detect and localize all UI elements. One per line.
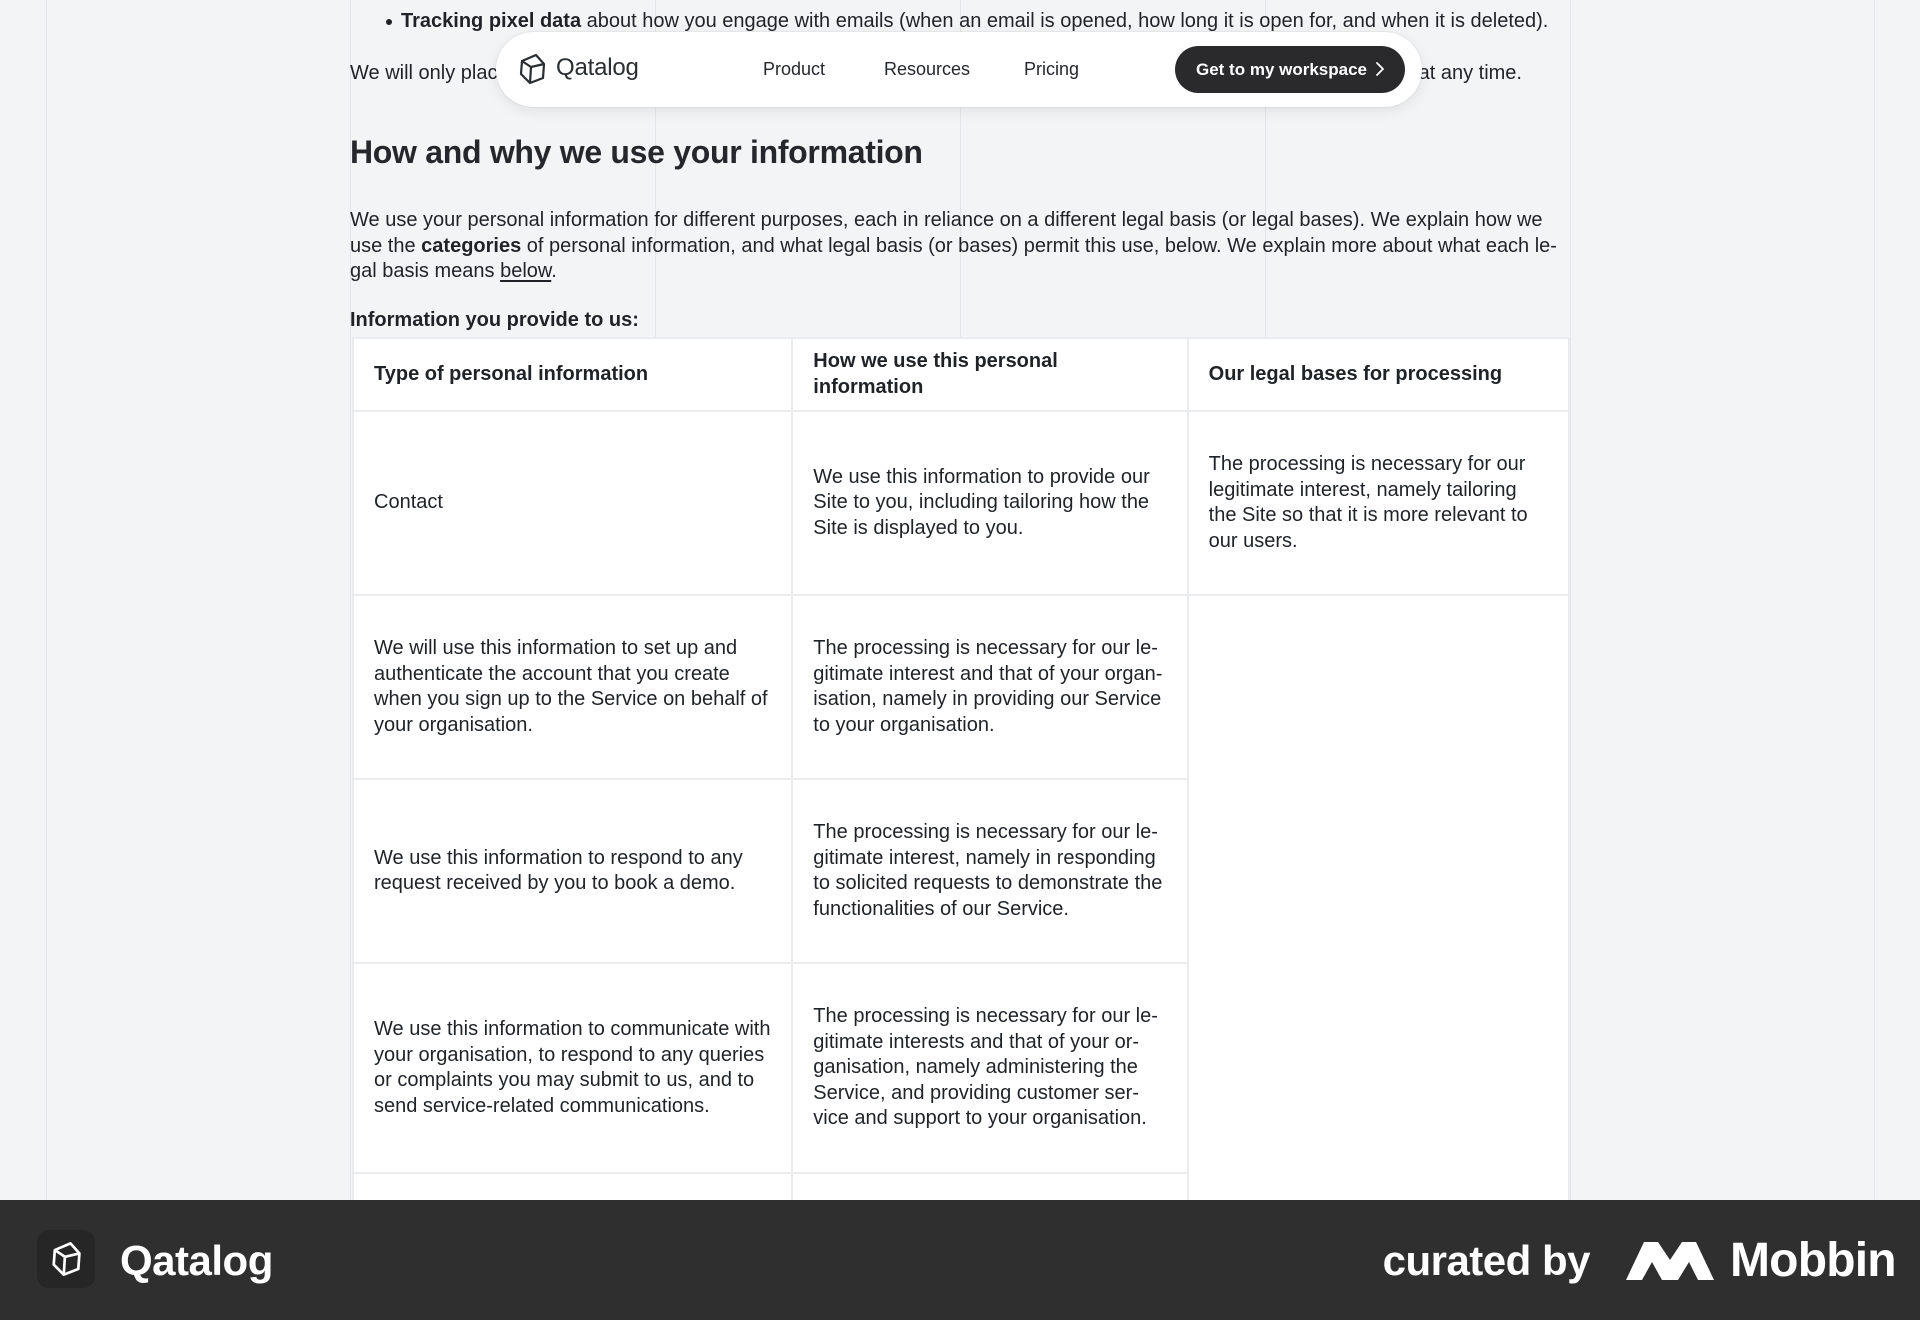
cta-label: Get to my workspace <box>1196 59 1368 79</box>
section-heading: How and why we use your information <box>350 134 923 170</box>
table-cell: We will use this information to set up a… <box>351 594 794 780</box>
table-cell-empty <box>1186 594 1571 1233</box>
qatalog-logo-icon[interactable] <box>516 52 548 86</box>
curated-by-label: curated by <box>1382 1237 1591 1284</box>
mobbin-logo-icon <box>1626 1242 1714 1280</box>
subheading: Information you provide to us: <box>350 309 639 331</box>
nav-link-product[interactable]: Product <box>763 59 825 80</box>
grid-line <box>350 0 351 1200</box>
top-nav: Qatalog Product Resources Pricing Get to… <box>496 32 1422 107</box>
table-cell: We use this information to communicate w… <box>351 962 794 1174</box>
table-cell: The processing is necessary for our le-g… <box>791 594 1189 780</box>
mobbin-wordmark: Mobbin <box>1730 1234 1897 1287</box>
table-header: Type of personal information <box>351 337 794 412</box>
table-header-row: Type of personal information How we use … <box>351 337 1571 412</box>
table-header: Our legal bases for processing <box>1186 337 1571 412</box>
table-row: We will use this information to set up a… <box>351 594 1571 1233</box>
footer-app-name: Qatalog <box>120 1237 273 1284</box>
mobbin-footer: Qatalog curated by Mobbin <box>0 1200 1920 1320</box>
grid-line <box>1874 0 1875 1200</box>
bullet-tracking-pixel: Tracking pixel data about how you engage… <box>385 9 1549 35</box>
intro-bold: categories <box>421 234 522 257</box>
grid-line <box>1570 0 1571 1200</box>
table-header: How we use this personal information <box>791 337 1189 412</box>
intro-text-c: . <box>551 260 557 282</box>
only-place-start: We will only plac <box>350 62 498 84</box>
qatalog-logo-icon <box>52 1242 81 1276</box>
get-to-workspace-button[interactable]: Get to my workspace <box>1175 46 1405 93</box>
nav-link-resources[interactable]: Resources <box>884 59 970 80</box>
table-cell: Contact <box>351 410 794 596</box>
nav-link-pricing[interactable]: Pricing <box>1024 59 1079 80</box>
bullet-text: about how you engage with emails (when a… <box>581 10 1549 32</box>
intro-paragraph: We use your personal information for dif… <box>350 208 1560 285</box>
chevron-right-icon <box>1376 62 1384 76</box>
personal-info-table: Type of personal information How we use … <box>351 337 1571 1234</box>
nav-brand[interactable]: Qatalog <box>556 54 639 82</box>
table-cell: The processing is necessary for our le-g… <box>791 778 1189 964</box>
grid-line <box>46 0 47 1200</box>
only-place-end: at any time. <box>1418 62 1522 84</box>
app-logo-tile <box>37 1230 95 1288</box>
below-link[interactable]: below <box>500 260 551 282</box>
table-cell: We use this information to respond to an… <box>351 778 794 964</box>
table-cell: The processing is necessary for our le-g… <box>791 962 1189 1174</box>
table-row: Contact We use this information to provi… <box>351 410 1571 596</box>
table-cell: We use this information to provide our S… <box>791 410 1189 596</box>
bullet-bold-term: Tracking pixel data <box>401 10 582 32</box>
table-cell: The processing is necessary for our legi… <box>1186 410 1571 596</box>
